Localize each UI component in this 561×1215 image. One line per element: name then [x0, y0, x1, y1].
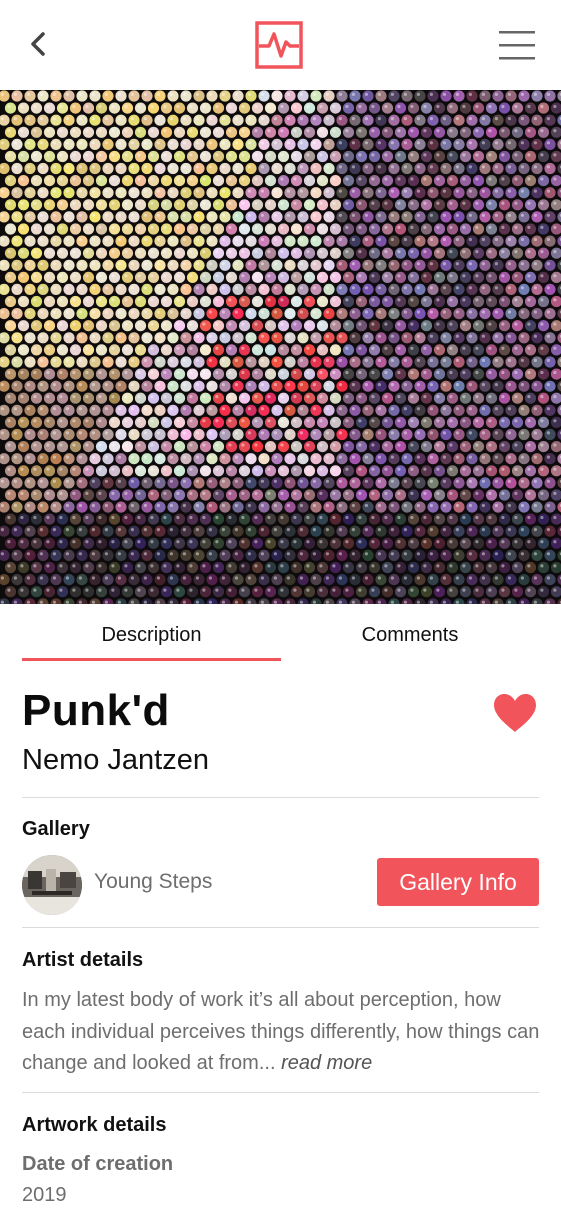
artist-name[interactable]: Nemo Jantzen: [22, 744, 209, 777]
gallery-info-button[interactable]: Gallery Info: [377, 858, 539, 906]
artist-details-heading: Artist details: [22, 949, 144, 971]
date-of-creation-value: 2019: [22, 1184, 67, 1206]
top-bar: [0, 0, 561, 90]
artwork-image[interactable]: [0, 90, 561, 604]
gallery-name[interactable]: Young Steps: [94, 870, 212, 894]
back-button[interactable]: [24, 26, 54, 62]
tab-comments[interactable]: Comments: [281, 624, 539, 647]
tab-description[interactable]: Description: [22, 624, 281, 647]
gallery-heading: Gallery: [22, 818, 90, 840]
chevron-left-icon: [31, 32, 45, 56]
hamburger-menu-icon: [499, 31, 535, 60]
artwork-title: Punk'd: [22, 686, 170, 735]
favorite-button[interactable]: [492, 692, 538, 734]
artist-details-text: In my latest body of work it’s all about…: [22, 985, 542, 1080]
read-more-link[interactable]: read more: [281, 1052, 372, 1074]
artwork-picture: [0, 90, 561, 604]
heart-icon: [494, 694, 536, 732]
gallery-photo: [22, 855, 82, 915]
menu-button[interactable]: [497, 28, 537, 62]
app-logo[interactable]: [255, 21, 303, 69]
gallery-avatar[interactable]: [22, 855, 82, 915]
date-of-creation-label: Date of creation: [22, 1153, 174, 1175]
divider: [22, 1092, 539, 1093]
pulse-logo-icon: [255, 21, 303, 69]
artwork-details-heading: Artwork details: [22, 1114, 167, 1136]
tab-bar: Description Comments: [0, 604, 561, 662]
divider: [22, 797, 539, 798]
divider: [22, 927, 539, 928]
active-tab-indicator: [22, 658, 281, 661]
